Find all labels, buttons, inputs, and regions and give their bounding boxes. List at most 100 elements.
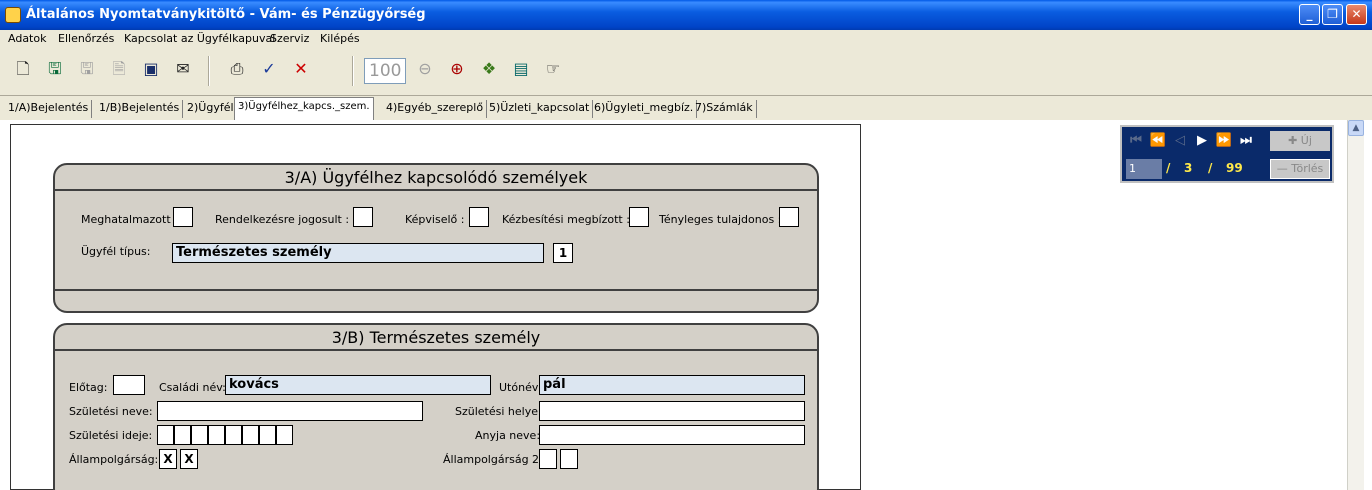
close-button[interactable]: ✕: [1346, 4, 1367, 25]
hand-icon[interactable]: ☞: [542, 58, 564, 80]
csaladi-nev-field[interactable]: kovács: [225, 375, 491, 395]
section-3a: 3/A) Ügyfélhez kapcsolódó személyek Megh…: [53, 163, 819, 313]
tab-3[interactable]: 3)Ügyfélhez_kapcs._szem.: [234, 97, 374, 120]
meghatalmazott-checkbox[interactable]: [173, 207, 193, 227]
tab-5[interactable]: 5)Üzleti_kapcsolat: [486, 100, 594, 118]
vertical-scrollbar[interactable]: ▲: [1347, 120, 1364, 490]
slash-separator: /: [1208, 161, 1213, 175]
new-record-button[interactable]: ✚ Új: [1270, 131, 1330, 151]
tab-2[interactable]: 2)Ügyfél: [184, 100, 238, 118]
tab-bar: 1/A)Bejelentés 1/B)Bejelentés 2)Ügyfél 3…: [0, 96, 1372, 120]
kepviselo-label: Képviselő :: [405, 213, 465, 226]
save-as-icon[interactable]: 🖫: [76, 58, 98, 80]
date-digit-box[interactable]: [208, 425, 225, 445]
anyja-neve-label: Anyja neve:: [475, 429, 541, 442]
prev-record-icon[interactable]: ◁: [1170, 131, 1190, 151]
allampolgarsag-box-2[interactable]: X: [180, 449, 198, 469]
last-record-icon[interactable]: ⏭: [1236, 131, 1256, 151]
zoom-in-icon[interactable]: ⊕: [446, 58, 468, 80]
first-record-icon[interactable]: ⏮: [1126, 131, 1146, 151]
mail-icon[interactable]: ✉: [172, 58, 194, 80]
utonev-label: Utónév:: [499, 381, 542, 394]
date-digit-box[interactable]: [242, 425, 259, 445]
rendelkezesre-label: Rendelkezésre jogosult :: [215, 213, 350, 226]
tab-6[interactable]: 6)Ügyleti_megbíz.: [591, 100, 698, 118]
date-digit-box[interactable]: [174, 425, 191, 445]
form-page: 3/A) Ügyfélhez kapcsolódó személyek Megh…: [10, 124, 861, 490]
szuletesi-helye-field[interactable]: [539, 401, 805, 421]
menu-bar: Adatok Ellenőrzés Kapcsolat az Ügyfélkap…: [0, 30, 1372, 48]
record-navigator: ⏮ ⏪ ◁ ▶ ⏩ ⏭ ✚ Új 1 / 3 / 99 — Törlés: [1120, 125, 1334, 183]
kepviselo-checkbox[interactable]: [469, 207, 489, 227]
toolbar-separator: [208, 56, 210, 86]
meghatalmazott-label: Meghatalmazott :: [81, 213, 178, 226]
info-icon[interactable]: ▣: [140, 58, 162, 80]
maximize-button[interactable]: ❐: [1322, 4, 1343, 25]
kezbesitesi-checkbox[interactable]: [629, 207, 649, 227]
next-page-icon[interactable]: ⏩: [1214, 131, 1234, 151]
allampolgarsag2-box-2[interactable]: [560, 449, 578, 469]
tenyleges-label: Tényleges tulajdonos :: [659, 213, 782, 226]
menu-ellenorzes[interactable]: Ellenőrzés: [58, 32, 114, 45]
ugyfel-tipus-code[interactable]: 1: [553, 243, 573, 263]
ugyfel-tipus-label: Ügyfél típus:: [81, 245, 151, 258]
delete-record-label: Törlés: [1291, 162, 1324, 175]
anyja-neve-field[interactable]: [539, 425, 805, 445]
utonev-field[interactable]: pál: [539, 375, 805, 395]
title-bar: Általános Nyomtatványkitöltő - Vám- és P…: [0, 0, 1372, 30]
kezbesitesi-label: Kézbesítési megbízott :: [502, 213, 630, 226]
allampolgarsag-box-1[interactable]: X: [159, 449, 177, 469]
zoom-field[interactable]: 100: [364, 58, 406, 84]
elotag-label: Előtag:: [69, 381, 108, 394]
elotag-field[interactable]: [113, 375, 145, 395]
slash-separator: /: [1166, 161, 1171, 175]
new-record-label: Új: [1300, 134, 1312, 147]
scroll-up-icon[interactable]: ▲: [1348, 120, 1364, 136]
tab-4[interactable]: 4)Egyéb_szereplő: [383, 100, 488, 118]
import-icon[interactable]: 🗎: [108, 58, 130, 80]
szuletesi-ideje-label: Születési ideje:: [69, 429, 153, 442]
menu-szerviz[interactable]: Szerviz: [270, 32, 309, 45]
csaladi-nev-label: Családi név:: [159, 381, 226, 394]
tab-7[interactable]: 7)Számlák: [692, 100, 757, 118]
new-doc-icon[interactable]: 🗋: [12, 58, 34, 80]
record-total: 3: [1184, 161, 1193, 175]
print-icon[interactable]: ⎙: [226, 58, 248, 80]
save-icon[interactable]: 🖫: [44, 58, 66, 80]
section-3b-title: 3/B) Természetes személy: [55, 325, 817, 351]
app-icon: [5, 7, 21, 23]
date-digit-box[interactable]: [259, 425, 276, 445]
list-icon[interactable]: ▤: [510, 58, 532, 80]
date-digit-box[interactable]: [276, 425, 293, 445]
date-digit-box[interactable]: [225, 425, 242, 445]
current-record-field[interactable]: 1: [1126, 159, 1162, 179]
szuletesi-neve-label: Születési neve:: [69, 405, 153, 418]
zoom-out-icon[interactable]: ⊖: [414, 58, 436, 80]
allampolgarsag2-box-1[interactable]: [539, 449, 557, 469]
section-3a-footer: [55, 289, 817, 311]
prev-page-icon[interactable]: ⏪: [1148, 131, 1168, 151]
section-3b: 3/B) Természetes személy Előtag: Családi…: [53, 323, 819, 490]
section-3a-title: 3/A) Ügyfélhez kapcsolódó személyek: [55, 165, 817, 191]
date-digit-box[interactable]: [191, 425, 208, 445]
ugyfel-tipus-dropdown[interactable]: Természetes személy: [172, 243, 544, 263]
allampolgarsag-label: Állampolgárság:: [69, 453, 159, 466]
tab-1b[interactable]: 1/B)Bejelentés: [96, 100, 184, 118]
minimize-button[interactable]: _: [1299, 4, 1320, 25]
tree-icon[interactable]: ❖: [478, 58, 500, 80]
menu-adatok[interactable]: Adatok: [8, 32, 46, 45]
menu-kilepes[interactable]: Kilépés: [320, 32, 360, 45]
date-digit-box[interactable]: [157, 425, 174, 445]
delete-record-button[interactable]: — Törlés: [1270, 159, 1330, 179]
delete-icon[interactable]: ✕: [290, 58, 312, 80]
toolbar: 🗋 🖫 🖫 🗎 ▣ ✉ ⎙ ✓ ✕ 100 ⊖ ⊕ ❖ ▤ ☞: [0, 48, 1372, 96]
szuletesi-neve-field[interactable]: [157, 401, 423, 421]
allampolgarsag2-label: Állampolgárság 2:: [443, 453, 543, 466]
tenyleges-checkbox[interactable]: [779, 207, 799, 227]
check-icon[interactable]: ✓: [258, 58, 280, 80]
rendelkezesre-checkbox[interactable]: [353, 207, 373, 227]
record-max: 99: [1226, 161, 1243, 175]
tab-1a[interactable]: 1/A)Bejelentés: [5, 100, 93, 118]
next-record-icon[interactable]: ▶: [1192, 131, 1212, 151]
menu-ugyfelkapu[interactable]: Kapcsolat az Ügyfélkapuval: [124, 32, 275, 45]
